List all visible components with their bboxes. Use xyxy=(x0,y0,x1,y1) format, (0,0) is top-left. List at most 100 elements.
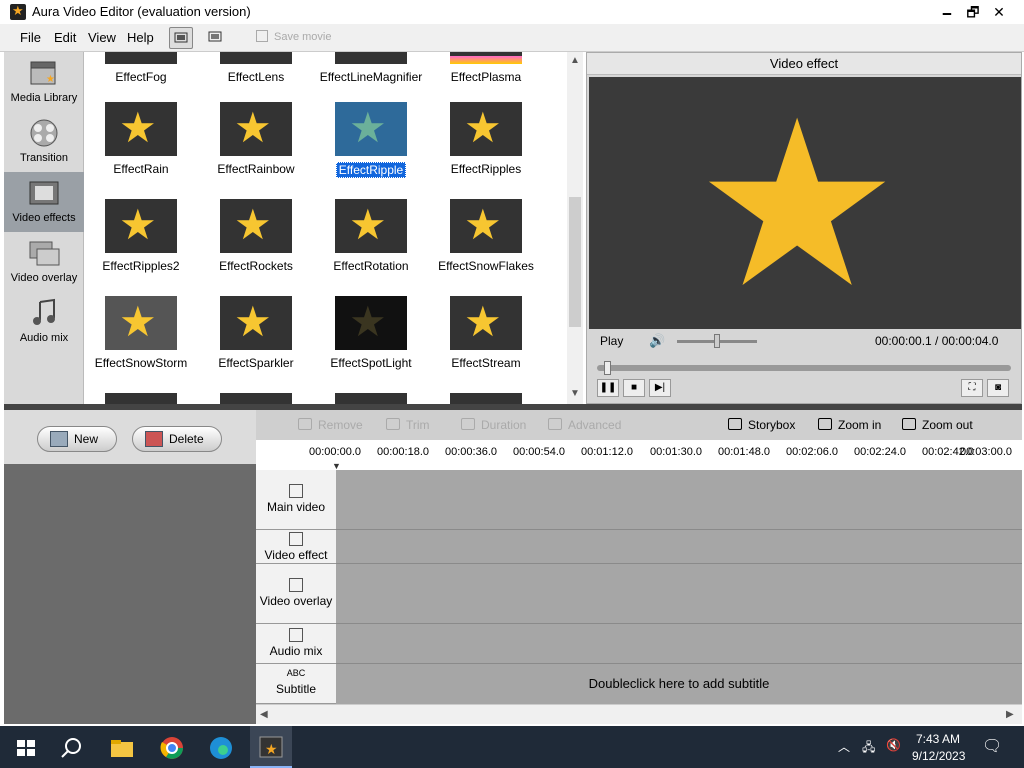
notifications-icon[interactable]: 🗨 xyxy=(982,736,1002,756)
duration-icon xyxy=(461,418,475,430)
video-effect-track[interactable] xyxy=(336,530,1022,564)
duration-button[interactable]: Duration xyxy=(461,418,526,432)
network-icon[interactable]: 🖧 xyxy=(862,738,875,759)
sidebar-item-video-effects[interactable]: Video effects xyxy=(4,172,84,232)
effect-thumbnail xyxy=(105,52,177,64)
effect-thumbnail xyxy=(220,52,292,64)
window-title: Aura Video Editor (evaluation version) xyxy=(32,4,251,19)
effect-item[interactable]: ★ EffectSpotLight xyxy=(316,296,426,370)
menu-help[interactable]: Help xyxy=(127,30,154,45)
zoom-out-button[interactable]: Zoom out xyxy=(902,418,973,432)
clock-time[interactable]: 7:43 AM xyxy=(916,732,960,746)
close-button[interactable]: ✕ xyxy=(986,2,1012,22)
zoom-in-button[interactable]: Zoom in xyxy=(818,418,881,432)
search-icon[interactable] xyxy=(58,734,86,762)
effect-thumbnail: ★ xyxy=(335,199,407,253)
timeline-horizontal-scrollbar[interactable]: ◀ ▶ xyxy=(256,704,1022,724)
remove-button[interactable]: Remove xyxy=(298,418,363,432)
timeline-tracks[interactable]: Doubleclick here to add subtitle xyxy=(336,470,1022,704)
effects-scrollbar[interactable]: ▲ ▼ xyxy=(567,52,583,404)
effect-item[interactable]: EffectLineMagnifier xyxy=(316,52,426,84)
stop-icon[interactable]: ■ xyxy=(623,379,645,397)
app-icon xyxy=(10,3,26,20)
storybox-icon xyxy=(728,418,742,430)
advanced-button[interactable]: Advanced xyxy=(548,418,621,432)
fullscreen-icon[interactable]: ⛶ xyxy=(961,379,983,397)
seek-bar[interactable] xyxy=(597,365,1011,371)
title-bar: Aura Video Editor (evaluation version) 🗕… xyxy=(0,0,1024,24)
delete-button[interactable]: Delete xyxy=(132,426,222,452)
zoom-in-icon xyxy=(818,418,832,430)
scrollbar-thumb[interactable] xyxy=(569,197,581,327)
svg-text:★: ★ xyxy=(46,74,55,85)
effect-item[interactable]: ★ EffectStream xyxy=(431,296,541,370)
save-movie-button[interactable]: Save movie xyxy=(256,30,331,43)
effect-item[interactable]: ★ EffectRipples2 xyxy=(86,199,196,273)
effect-item[interactable]: EffectPlasma xyxy=(431,52,541,84)
menu-view[interactable]: View xyxy=(88,30,116,45)
ruler-tick: 00:00:18.0 xyxy=(377,446,429,458)
effect-thumbnail[interactable] xyxy=(335,393,407,404)
volume-icon[interactable]: 🔊 xyxy=(649,333,665,349)
track-label-video-overlay: Video overlay xyxy=(256,564,336,624)
sidebar-item-video-overlay[interactable]: Video overlay xyxy=(4,232,84,292)
effect-item[interactable]: ★ EffectRainbow xyxy=(201,102,311,176)
main-video-track[interactable] xyxy=(336,470,1022,530)
film-icon xyxy=(289,484,303,498)
chrome-icon[interactable] xyxy=(158,734,186,762)
storyboard-view-icon[interactable] xyxy=(169,27,193,49)
volume-slider-knob[interactable] xyxy=(714,334,720,348)
audio-mix-track[interactable] xyxy=(336,624,1022,664)
menu-file[interactable]: File xyxy=(20,30,41,45)
trim-icon xyxy=(386,418,400,430)
scroll-down-icon[interactable]: ▼ xyxy=(570,388,580,399)
scroll-up-icon[interactable]: ▲ xyxy=(570,55,580,66)
taskbar-aura-active[interactable]: ★ xyxy=(250,726,292,768)
edge-icon[interactable] xyxy=(207,734,235,762)
transition-icon xyxy=(30,119,58,147)
effect-item[interactable]: ★ EffectSparkler xyxy=(201,296,311,370)
video-overlay-track[interactable] xyxy=(336,564,1022,624)
effect-item[interactable]: EffectLens xyxy=(201,52,311,84)
clapperboard-icon: ★ xyxy=(30,61,56,85)
effect-item[interactable]: EffectFog xyxy=(86,52,196,84)
sidebar-item-audio-mix[interactable]: Audio mix xyxy=(4,292,84,352)
effect-thumbnail: ★ xyxy=(450,296,522,350)
effect-item[interactable]: ★ EffectSnowStorm xyxy=(86,296,196,370)
effect-item-selected[interactable]: ★ EffectRipple xyxy=(316,102,426,178)
seek-bar-knob[interactable] xyxy=(604,361,612,375)
effect-thumbnail[interactable] xyxy=(105,393,177,404)
storybox-button[interactable]: Storybox xyxy=(728,418,795,432)
effect-item[interactable]: ★ EffectRotation xyxy=(316,199,426,273)
timeline-view-icon[interactable] xyxy=(204,27,228,49)
speaker-muted-icon[interactable]: 🔇 xyxy=(886,738,901,752)
subtitle-track-hint[interactable]: Doubleclick here to add subtitle xyxy=(336,676,1022,691)
windows-start-icon[interactable] xyxy=(12,734,40,762)
effect-thumbnail xyxy=(335,52,407,64)
new-icon xyxy=(50,431,68,447)
scroll-right-icon[interactable]: ▶ xyxy=(1006,709,1014,720)
timeline-ruler[interactable]: 00:00:00.0 00:00:18.0 00:00:36.0 00:00:5… xyxy=(256,440,1022,471)
effect-thumbnail[interactable] xyxy=(220,393,292,404)
effect-thumbnail[interactable] xyxy=(450,393,522,404)
chevron-up-icon[interactable]: ︿ xyxy=(838,738,850,755)
effect-item[interactable]: ★ EffectRipples xyxy=(431,102,541,176)
file-explorer-icon[interactable] xyxy=(108,734,136,762)
effect-item[interactable]: ★ EffectSnowFlakes xyxy=(431,199,541,273)
snapshot-icon[interactable]: ◙ xyxy=(987,379,1009,397)
clock-date[interactable]: 9/12/2023 xyxy=(912,749,965,763)
play-button[interactable]: Play xyxy=(600,334,623,348)
next-frame-icon[interactable]: ▶| xyxy=(649,379,671,397)
sidebar-item-media-library[interactable]: ★ Media Library xyxy=(4,52,84,112)
pause-icon[interactable]: ❚❚ xyxy=(597,379,619,397)
maximize-button[interactable]: 🗗 xyxy=(960,2,986,22)
effect-item[interactable]: ★ EffectRain xyxy=(86,102,196,176)
new-button[interactable]: New xyxy=(37,426,117,452)
trim-button[interactable]: Trim xyxy=(386,418,430,432)
sidebar-item-transition[interactable]: Transition xyxy=(4,112,84,172)
minimize-button[interactable]: 🗕 xyxy=(934,2,960,22)
music-note-icon xyxy=(33,298,55,325)
effect-item[interactable]: ★ EffectRockets xyxy=(201,199,311,273)
menu-edit[interactable]: Edit xyxy=(54,30,76,45)
scroll-left-icon[interactable]: ◀ xyxy=(260,709,268,720)
